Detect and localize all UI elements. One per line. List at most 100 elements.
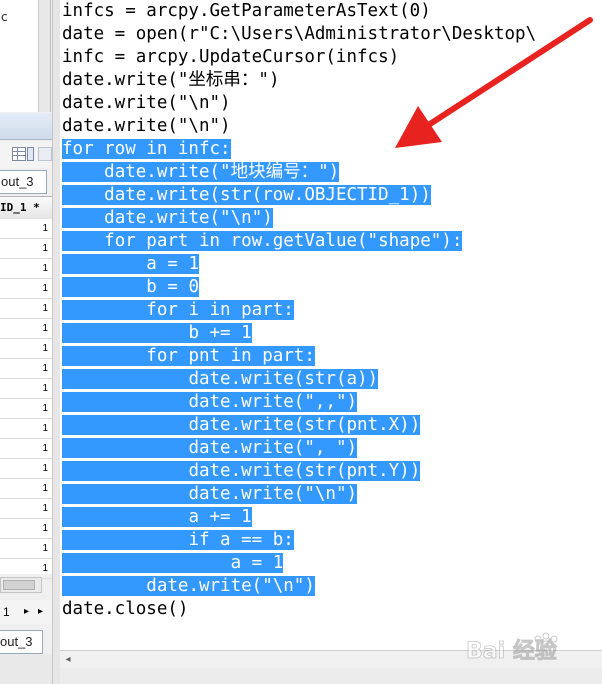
selected-code-line[interactable]: date.write(str(pnt.X)) <box>62 414 421 437</box>
delete-selected-icon[interactable] <box>38 147 52 161</box>
indent <box>62 231 105 251</box>
selected-code-line[interactable]: date.write(",,") <box>62 391 358 414</box>
code-text: b = 0 <box>146 277 199 297</box>
selected-code-line[interactable]: a = 1 <box>62 253 199 276</box>
editor-horizontal-scrollbar[interactable]: ◂ <box>60 650 602 669</box>
indent <box>62 415 189 435</box>
code-line[interactable]: date.write("\n") <box>62 92 231 115</box>
table-tab-bottom[interactable]: out_3 <box>0 630 43 654</box>
code-line[interactable]: date = open(r"C:\Users\Administrator\Des… <box>62 23 536 46</box>
table-row[interactable]: 1 <box>0 299 52 319</box>
table-row[interactable]: 1 <box>0 459 52 479</box>
column-header-id[interactable]: ID_1 * <box>0 196 52 220</box>
last-record-icon[interactable]: ▸ <box>38 600 43 624</box>
indent <box>62 369 189 389</box>
scrollbar-thumb[interactable] <box>3 580 35 590</box>
selected-code-line[interactable]: date.write(str(row.OBJECTID_1)) <box>62 184 431 207</box>
table-row[interactable]: 1 <box>0 259 52 279</box>
selected-code-line[interactable]: date.write("\n") <box>62 575 315 598</box>
layer-panel-scrollbar[interactable] <box>38 0 50 112</box>
table-row[interactable]: 1 <box>0 539 52 559</box>
code-text: date.write(str(a)) <box>188 369 379 389</box>
status-bar <box>0 654 52 684</box>
indent <box>62 553 231 573</box>
table-cell: 1 <box>42 343 48 354</box>
selected-code-line[interactable]: date.write(str(pnt.Y)) <box>62 460 421 483</box>
table-cell: 1 <box>42 243 48 254</box>
selected-code-line[interactable]: a += 1 <box>62 506 252 529</box>
scroll-left-icon[interactable]: ◂ <box>62 653 74 667</box>
indent <box>62 438 189 458</box>
indent <box>62 507 189 527</box>
table-row[interactable]: 1 <box>0 379 52 399</box>
code-text: for row in infc: <box>62 139 231 159</box>
table-row[interactable]: 1 <box>0 419 52 439</box>
table-row[interactable]: 1 <box>0 239 52 259</box>
selected-code-line[interactable]: a = 1 <box>62 552 284 575</box>
code-text: b += 1 <box>188 323 252 343</box>
table-cell: 1 <box>42 323 48 334</box>
table-row[interactable]: 1 <box>0 399 52 419</box>
indent <box>62 323 189 343</box>
indent <box>62 300 147 320</box>
code-text: for i in part: <box>146 300 294 320</box>
selected-code-line[interactable]: for i in part: <box>62 299 294 322</box>
table-row[interactable]: 1 <box>0 219 52 239</box>
indent <box>62 208 105 228</box>
indent <box>62 392 189 412</box>
code-line[interactable]: infc = arcpy.UpdateCursor(infcs) <box>62 46 399 69</box>
table-cell: 1 <box>42 403 48 414</box>
indent <box>62 461 189 481</box>
selected-code-line[interactable]: date.write(", ") <box>62 437 358 460</box>
selected-code-line[interactable]: date.write("\n") <box>62 207 273 230</box>
record-number[interactable]: 1 <box>3 600 10 624</box>
table-cell: 1 <box>42 383 48 394</box>
selected-code-line[interactable]: date.write("\n") <box>62 483 358 506</box>
code-line[interactable]: date.write("\n") <box>62 115 231 138</box>
selected-code-line[interactable]: date.write(str(a)) <box>62 368 379 391</box>
table-row[interactable]: 1 <box>0 559 52 579</box>
column-header-label: ID_1 * <box>0 201 40 214</box>
code-line[interactable]: date.close() <box>62 598 188 621</box>
editor-status-bar <box>60 668 602 684</box>
dropdown-arrow-icon[interactable] <box>27 147 34 161</box>
selected-code-line[interactable]: for pnt in part: <box>62 345 315 368</box>
selected-code-line[interactable]: b += 1 <box>62 322 252 345</box>
selected-code-line[interactable]: for row in infc: <box>62 138 231 161</box>
code-text: infcs = arcpy.GetParameterAsText(0) <box>62 1 431 21</box>
table-row[interactable]: 1 <box>0 359 52 379</box>
code-text: date.write(str(pnt.X)) <box>188 415 421 435</box>
code-text: date.write("坐标串：") <box>62 70 280 90</box>
table-horizontal-scrollbar[interactable] <box>0 577 42 593</box>
table-cell: 1 <box>42 563 48 574</box>
code-editor[interactable]: infcs = arcpy.GetParameterAsText(0) date … <box>60 0 602 650</box>
code-line[interactable]: infcs = arcpy.GetParameterAsText(0) <box>62 0 431 23</box>
indent <box>62 185 105 205</box>
table-cell: 1 <box>42 463 48 474</box>
table-row[interactable]: 1 <box>0 439 52 459</box>
code-text: date.write(",,") <box>188 392 358 412</box>
code-text: date.close() <box>62 599 189 619</box>
selected-code-line[interactable]: for part in row.getValue("shape"): <box>62 230 463 253</box>
table-cell: 1 <box>42 503 48 514</box>
table-row[interactable]: 1 <box>0 499 52 519</box>
table-row[interactable]: 1 <box>0 319 52 339</box>
selected-code-line[interactable]: date.write("地块编号：") <box>62 161 340 184</box>
indent <box>62 530 189 550</box>
table-tab-top[interactable]: out_3 <box>0 170 47 194</box>
code-line[interactable]: date.write("坐标串：") <box>62 69 280 92</box>
selected-code-line[interactable]: b = 0 <box>62 276 199 299</box>
indent <box>62 484 189 504</box>
table-cell: 1 <box>42 363 48 374</box>
table-cell: 1 <box>42 523 48 534</box>
table-row[interactable]: 1 <box>0 519 52 539</box>
code-text: date.write("\n") <box>146 576 315 596</box>
table-options-icon[interactable] <box>12 147 26 161</box>
code-text: date.write("\n") <box>188 484 358 504</box>
code-text: date.write(", ") <box>188 438 358 458</box>
selected-code-line[interactable]: if a == b: <box>62 529 294 552</box>
next-record-icon[interactable]: ▸ <box>24 600 29 624</box>
table-row[interactable]: 1 <box>0 479 52 499</box>
table-row[interactable]: 1 <box>0 339 52 359</box>
table-row[interactable]: 1 <box>0 279 52 299</box>
